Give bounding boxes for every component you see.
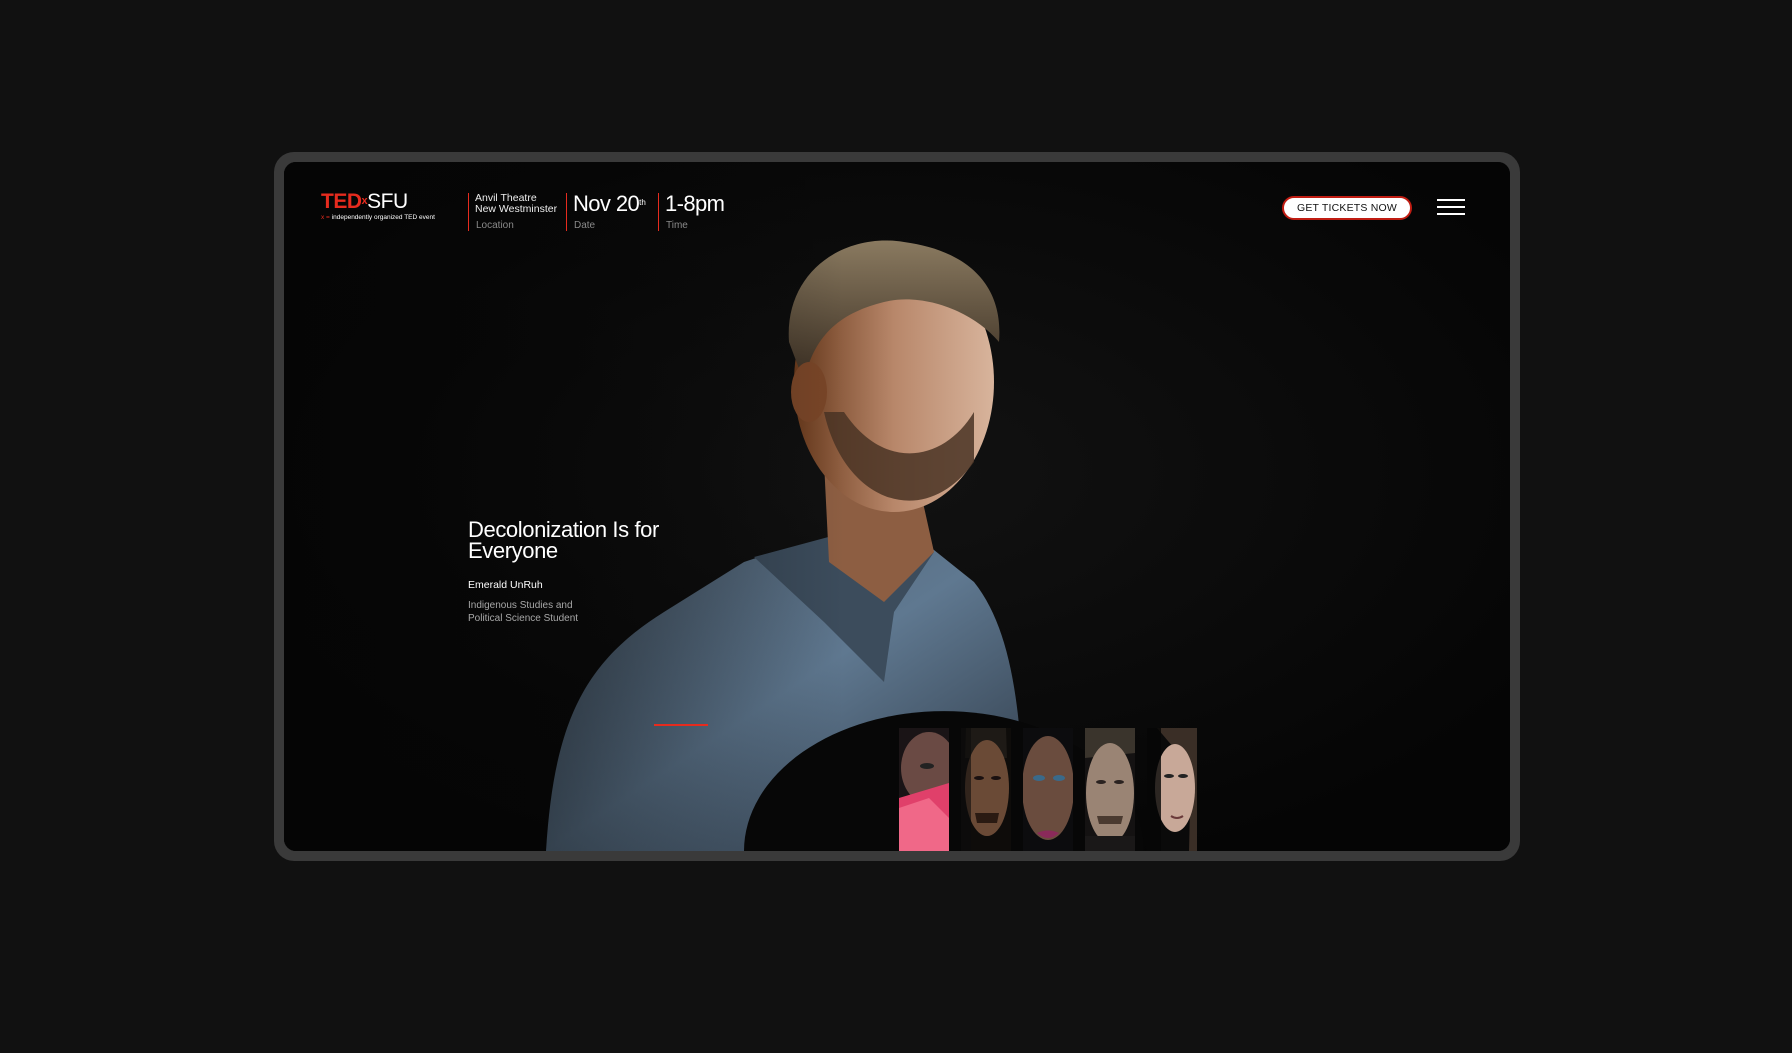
- tedx-logo[interactable]: TEDxSFU x = independently organized TED …: [321, 190, 435, 221]
- date-value: Nov 20: [573, 191, 640, 216]
- talk-title: Decolonization Is for Everyone: [468, 517, 659, 563]
- location-line-2: New Westminster: [475, 203, 558, 215]
- speaker-thumbnail-4[interactable]: [1085, 728, 1135, 851]
- speaker-name: Emerald UnRuh: [468, 579, 543, 591]
- speaker-thumbnail-2[interactable]: [961, 728, 1011, 851]
- device-frame: TEDxSFU x = independently organized TED …: [274, 152, 1520, 861]
- website-screen: TEDxSFU x = independently organized TED …: [284, 162, 1510, 851]
- get-tickets-button[interactable]: GET TICKETS NOW: [1282, 196, 1412, 220]
- logo-x-text: x: [361, 195, 368, 207]
- logo-tagline: independently organized TED event: [331, 214, 435, 221]
- logo-ted-text: TED: [321, 190, 362, 213]
- event-time: 1-8pm Time: [658, 191, 725, 231]
- speaker-thumbnail-3[interactable]: [1023, 728, 1073, 851]
- date-suffix: th: [639, 198, 646, 207]
- location-label: Location: [476, 220, 514, 231]
- speaker-thumbnail-1[interactable]: [899, 728, 949, 851]
- hamburger-menu-icon[interactable]: [1437, 199, 1465, 217]
- event-location: Anvil Theatre New Westminster Location: [468, 193, 557, 231]
- logo-tagline-x: x =: [321, 214, 330, 221]
- event-date: Nov 20th Date: [566, 193, 646, 231]
- time-value: 1-8pm: [665, 191, 725, 216]
- speaker-hero-photo: [284, 162, 1510, 851]
- logo-sfu-text: SFU: [367, 190, 408, 213]
- date-label: Date: [574, 220, 596, 231]
- speaker-role: Indigenous Studies and Political Science…: [468, 600, 579, 624]
- time-label: Time: [666, 220, 688, 231]
- slide-progress-indicator: [654, 724, 708, 726]
- speaker-thumbnail-5[interactable]: [1147, 728, 1197, 851]
